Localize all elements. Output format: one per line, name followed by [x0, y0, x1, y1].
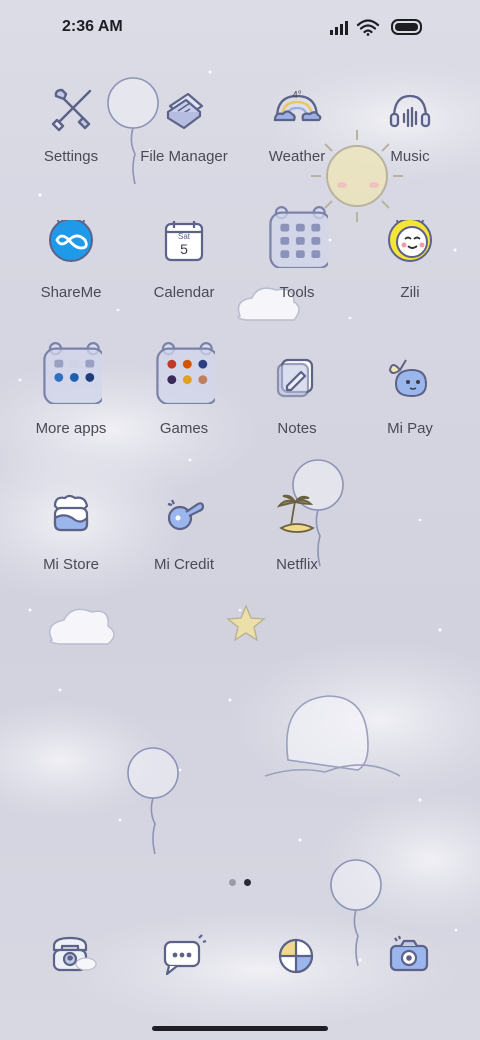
messages-icon[interactable] — [155, 928, 211, 984]
app-more-apps[interactable]: More apps — [15, 342, 127, 476]
app-label: Settings — [43, 148, 99, 165]
page-dot-2-active[interactable] — [244, 879, 251, 886]
app-music[interactable]: Music — [354, 84, 466, 204]
app-file-manager[interactable]: File Manager — [128, 84, 240, 204]
app-mi-store[interactable]: Mi Store — [15, 492, 127, 612]
app-label: Games — [159, 420, 209, 437]
calendar-day: Sat — [178, 232, 191, 241]
app-tools[interactable]: Tools — [241, 206, 353, 340]
app-label: Mi Pay — [387, 420, 433, 437]
weather-temp: 4° — [292, 90, 302, 101]
file-manager-icon — [166, 92, 204, 130]
shareme-icon — [49, 220, 93, 262]
netflix-icon — [276, 494, 315, 533]
app-games[interactable]: Games — [128, 342, 240, 476]
app-label: Mi Store — [43, 556, 99, 573]
app-label: File Manager — [140, 148, 228, 165]
app-label: ShareMe — [40, 284, 102, 301]
camera-icon[interactable] — [381, 928, 437, 984]
calendar-icon: Sat 5 — [164, 221, 204, 262]
phone-icon[interactable] — [42, 928, 98, 984]
app-label: Netflix — [276, 556, 318, 573]
tools-folder-icon — [269, 206, 328, 268]
mi-pay-icon — [388, 359, 428, 398]
app-mi-credit[interactable]: Mi Credit — [128, 492, 240, 612]
app-label: Mi Credit — [153, 556, 214, 573]
page-dot-1[interactable] — [229, 879, 236, 886]
browser-icon[interactable] — [268, 928, 324, 984]
app-label: Calendar — [153, 284, 215, 301]
app-label: Zili — [400, 284, 420, 301]
mi-credit-icon — [167, 499, 205, 531]
status-time: 2:36 AM — [62, 18, 123, 35]
app-mi-pay[interactable]: Mi Pay — [354, 356, 466, 476]
app-notes[interactable]: Notes — [241, 356, 353, 476]
calendar-date: 5 — [180, 241, 188, 257]
app-weather[interactable]: 4° Weather — [241, 84, 353, 204]
app-label: More apps — [35, 420, 107, 437]
zili-icon — [388, 220, 432, 262]
status-icons — [330, 18, 450, 38]
app-settings[interactable]: Settings — [15, 84, 127, 204]
mi-store-icon — [53, 494, 89, 532]
page-indicator[interactable] — [226, 878, 254, 888]
app-calendar[interactable]: Sat 5 Calendar — [128, 220, 240, 340]
home-indicator[interactable] — [152, 1026, 328, 1031]
music-icon — [389, 94, 431, 128]
app-label: Tools — [279, 284, 315, 301]
app-shareme[interactable]: ShareMe — [15, 220, 127, 340]
app-netflix[interactable]: Netflix — [241, 492, 353, 612]
battery-icon — [391, 19, 422, 35]
more-apps-folder-icon — [43, 342, 102, 404]
weather-icon: 4° — [273, 90, 322, 122]
games-folder-icon — [156, 342, 215, 404]
app-zili[interactable]: Zili — [354, 220, 466, 340]
app-label: Music — [390, 148, 430, 165]
app-label: Weather — [268, 148, 326, 165]
app-label: Notes — [277, 420, 317, 437]
signal-icon — [330, 21, 348, 35]
notes-icon — [276, 358, 314, 398]
wifi-icon — [356, 19, 380, 36]
settings-icon — [51, 88, 92, 132]
status-bar: 2:36 AM — [0, 0, 480, 56]
